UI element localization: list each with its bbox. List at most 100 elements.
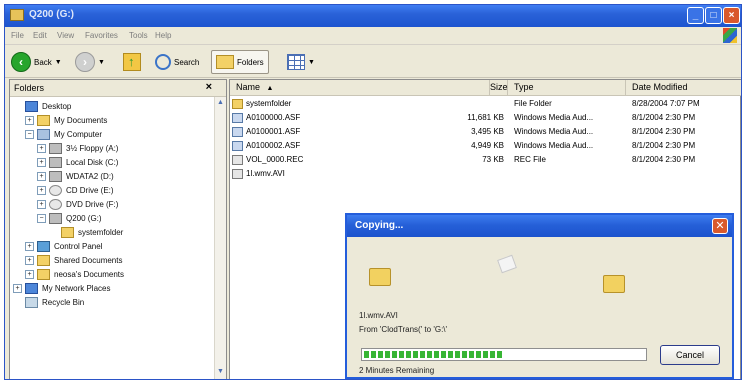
file-row[interactable]: 1l.wmv.AVI — [230, 167, 740, 181]
expand-icon[interactable]: + — [37, 185, 46, 195]
column-header-name[interactable]: Name ▲ — [230, 80, 490, 96]
chevron-down-icon[interactable]: ▼ — [308, 59, 315, 66]
scroll-down-icon[interactable]: ▼ — [216, 368, 225, 378]
window-title: Q200 (G:) — [29, 9, 75, 20]
media-file-icon — [232, 127, 243, 137]
folders-button[interactable]: Folders — [211, 50, 269, 74]
up-folder-button[interactable] — [123, 50, 141, 74]
expand-icon[interactable]: + — [25, 269, 34, 279]
tree-item-label: WDATA2 (D:) — [66, 171, 114, 181]
expand-icon[interactable]: + — [25, 115, 34, 125]
collapse-icon[interactable]: − — [25, 129, 34, 139]
copy-progress-bar — [361, 348, 647, 361]
copy-file-name: 1l.wmv.AVI — [359, 311, 398, 320]
collapse-icon[interactable]: − — [37, 213, 46, 223]
tree-item[interactable]: + Local Disk (C:) — [37, 155, 118, 169]
tree-item[interactable]: + DVD Drive (F:) — [37, 197, 118, 211]
copy-dialog: Copying... ✕ 1l.wmv.AVI From 'ClodTrans(… — [345, 213, 734, 379]
tree-item[interactable]: + neosa's Documents — [25, 267, 124, 281]
tree-item-label: My Network Places — [42, 283, 111, 293]
expand-icon[interactable]: + — [25, 241, 34, 251]
file-row[interactable]: A0100002.ASF 4,949 KB Windows Media Aud...… — [230, 139, 740, 153]
column-size-label: Size — [490, 82, 508, 92]
flying-paper-icon — [497, 254, 517, 274]
views-button[interactable]: ▼ — [287, 50, 315, 74]
tree-item[interactable]: + My Documents — [25, 113, 107, 127]
media-file-icon — [232, 113, 243, 123]
column-header-size[interactable]: Size — [490, 80, 508, 96]
file-size: 3,495 KB — [471, 127, 504, 136]
drive-icon — [49, 212, 62, 224]
copy-dialog-title: Copying... — [355, 220, 404, 231]
tree-item[interactable]: +3½ Floppy (A:) — [37, 141, 118, 155]
tree-item-label: Desktop — [42, 101, 72, 111]
copy-from-to: From 'ClodTrans(' to 'G:\' — [359, 325, 448, 334]
dialog-close-button[interactable]: ✕ — [712, 218, 728, 234]
expand-icon[interactable]: + — [13, 283, 22, 293]
menu-tools[interactable]: Tools — [129, 31, 148, 40]
search-label: Search — [174, 57, 200, 67]
menu-file[interactable]: File — [11, 31, 24, 40]
folder-tree-scrollbar[interactable]: ▲ ▼ — [214, 97, 226, 379]
copy-dialog-title-bar[interactable]: Copying... ✕ — [347, 215, 732, 237]
tree-item-label: systemfolder — [78, 227, 124, 237]
tree-item-label: DVD Drive (F:) — [66, 199, 119, 209]
menu-view[interactable]: View — [57, 31, 74, 40]
scroll-up-icon[interactable]: ▲ — [216, 99, 225, 109]
expand-icon[interactable]: + — [37, 171, 46, 181]
dvd-drive-icon — [49, 198, 62, 210]
menu-help[interactable]: Help — [155, 31, 171, 40]
file-row[interactable]: systemfolder File Folder 8/28/2004 7:07 PM — [230, 97, 740, 111]
tree-item[interactable]: systemfolder — [49, 225, 123, 239]
expand-icon[interactable]: + — [37, 157, 46, 167]
cancel-button[interactable]: Cancel — [660, 345, 720, 365]
recycle-bin-icon — [25, 296, 38, 308]
folders-pane-header: Folders × — [10, 80, 226, 97]
column-header-type[interactable]: Type — [508, 80, 626, 96]
tree-item[interactable]: + My Network Places — [13, 281, 110, 295]
drive-icon — [49, 170, 62, 182]
control-panel-icon — [37, 240, 50, 252]
copy-progress-fill — [364, 351, 504, 358]
file-size: 4,949 KB — [471, 141, 504, 150]
tree-item[interactable]: Desktop — [13, 99, 71, 113]
chevron-down-icon[interactable]: ▼ — [98, 59, 105, 66]
tree-item[interactable]: − My Computer — [25, 127, 102, 141]
folder-icon — [37, 268, 50, 280]
file-type: Windows Media Aud... — [514, 141, 594, 150]
close-button[interactable]: × — [723, 7, 740, 24]
windows-logo-icon — [723, 28, 737, 43]
tree-item[interactable]: Recycle Bin — [13, 295, 84, 309]
file-name: VOL_0000.REC — [246, 155, 304, 164]
menu-favorites[interactable]: Favorites — [85, 31, 118, 40]
forward-button[interactable]: › ▼ — [75, 50, 105, 74]
tree-item[interactable]: + WDATA2 (D:) — [37, 169, 114, 183]
menu-edit[interactable]: Edit — [33, 31, 47, 40]
tree-item[interactable]: + Control Panel — [25, 239, 102, 253]
tree-item[interactable]: + Shared Documents — [25, 253, 122, 267]
drive-icon — [49, 156, 62, 168]
column-header-date[interactable]: Date Modified — [626, 80, 741, 96]
title-bar[interactable]: Q200 (G:) _ □ × — [5, 5, 741, 27]
maximize-button[interactable]: □ — [705, 7, 722, 24]
network-icon — [25, 282, 38, 294]
folder-icon — [37, 114, 50, 126]
file-type: Windows Media Aud... — [514, 127, 594, 136]
back-button[interactable]: ‹ Back ▼ — [11, 50, 62, 74]
tree-item[interactable]: + CD Drive (E:) — [37, 183, 114, 197]
expand-icon[interactable]: + — [37, 143, 46, 153]
close-icon[interactable]: × — [206, 81, 212, 93]
floppy-icon — [49, 142, 62, 154]
file-name: 1l.wmv.AVI — [246, 169, 285, 178]
tree-item[interactable]: − Q200 (G:) — [37, 211, 102, 225]
expand-icon[interactable]: + — [37, 199, 46, 209]
search-button[interactable]: Search — [155, 50, 199, 74]
file-row[interactable]: A0100001.ASF 3,495 KB Windows Media Aud...… — [230, 125, 740, 139]
file-row[interactable]: VOL_0000.REC 73 KB REC File 8/1/2004 2:30 P… — [230, 153, 740, 167]
file-row[interactable]: A0100000.ASF 11,681 KB Windows Media Aud..… — [230, 111, 740, 125]
expand-icon[interactable]: + — [25, 255, 34, 265]
desktop-icon — [25, 100, 38, 112]
minimize-button[interactable]: _ — [687, 7, 704, 24]
chevron-down-icon[interactable]: ▼ — [55, 59, 62, 66]
